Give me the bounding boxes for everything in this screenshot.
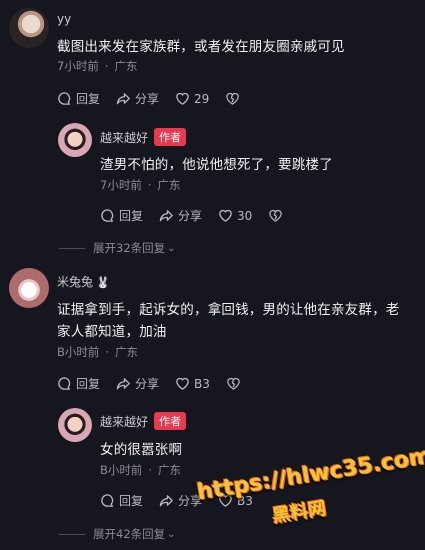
- chevron-down-icon: ⌄: [167, 528, 176, 540]
- reply-text: 女的很嚣张啊: [100, 442, 183, 458]
- heart-icon: [176, 92, 189, 105]
- reply-button[interactable]: 回复: [57, 375, 100, 392]
- reply-icon: [58, 377, 71, 390]
- author-badge: 作者: [154, 412, 187, 430]
- comment-text: 截图出来发在家族群，或者发在朋友圈亲戚可见: [57, 39, 345, 55]
- author-badge: 作者: [154, 128, 187, 146]
- reply-button[interactable]: 回复: [57, 90, 100, 107]
- share-label: 分享: [135, 377, 160, 391]
- dislike-button[interactable]: [226, 376, 245, 391]
- reply-icon: [101, 494, 114, 507]
- like-count: 30: [237, 208, 253, 223]
- dislike-button[interactable]: [225, 91, 244, 106]
- comment-text-line2: 家人都知道，加油: [57, 324, 167, 340]
- reply-time: 7小时前: [100, 178, 142, 192]
- reply-author-name[interactable]: 越来越好: [100, 415, 148, 429]
- reply-label: 回复: [76, 377, 101, 391]
- comment-meta: B小时前 · 广东: [57, 345, 139, 359]
- reply-author-name[interactable]: 越来越好: [100, 131, 148, 145]
- comment-time: B小时前: [57, 345, 100, 359]
- avatar[interactable]: [9, 8, 49, 48]
- broken-heart-icon: [269, 209, 283, 222]
- share-button[interactable]: 分享: [159, 492, 202, 509]
- reply-icon: [101, 209, 114, 222]
- share-button[interactable]: 分享: [116, 375, 159, 392]
- broken-heart-icon: [226, 92, 240, 105]
- share-icon: [159, 495, 173, 507]
- comment-meta: 7小时前 · 广东: [57, 59, 138, 73]
- comment-location: 广东: [114, 59, 138, 73]
- reply-button[interactable]: 回复: [100, 492, 143, 509]
- reply-actions: 回复 分享 30: [100, 207, 303, 224]
- heart-icon: [219, 209, 232, 222]
- expand-label: 展开32条回复: [93, 241, 166, 255]
- like-count: 29: [194, 91, 210, 106]
- dislike-button[interactable]: [268, 208, 287, 223]
- expand-replies-button[interactable]: 展开32条回复 ⌄: [59, 240, 176, 256]
- reply-time: B小时前: [100, 463, 143, 477]
- comment-time: 7小时前: [57, 59, 99, 73]
- like-count: B3: [194, 376, 210, 391]
- comment-author-name[interactable]: 米兔兔: [57, 275, 93, 289]
- reply-avatar[interactable]: [58, 408, 92, 442]
- comment-username[interactable]: yy: [57, 12, 71, 26]
- reply-text: 渣男不怕的，他说他想死了，要跳楼了: [100, 157, 333, 173]
- reply-avatar[interactable]: [58, 123, 92, 157]
- expand-replies-button[interactable]: 展开42条回复 ⌄: [59, 526, 176, 542]
- comment-actions: 回复 分享 29: [57, 90, 260, 107]
- share-button[interactable]: 分享: [116, 90, 159, 107]
- share-icon: [116, 93, 130, 105]
- expand-label: 展开42条回复: [93, 527, 166, 541]
- broken-heart-icon: [227, 377, 240, 390]
- divider: [59, 247, 85, 249]
- watermark-name: 黑料网: [270, 497, 328, 528]
- reply-location: 广东: [158, 463, 182, 477]
- like-button[interactable]: 30: [218, 208, 252, 223]
- reply-meta: 7小时前 · 广东: [100, 178, 181, 192]
- reply-username: 越来越好 作者: [100, 128, 187, 146]
- comment-text: 证据拿到手，起诉女的，拿回钱，男的让他在亲友群，老: [57, 302, 400, 318]
- comment-actions: 回复 分享 B3: [57, 375, 261, 392]
- heart-icon: [176, 377, 189, 390]
- reply-meta: B小时前 · 广东: [100, 463, 182, 477]
- reply-label: 回复: [76, 92, 101, 106]
- share-icon: [116, 378, 130, 390]
- reply-button[interactable]: 回复: [100, 207, 143, 224]
- share-button[interactable]: 分享: [159, 207, 202, 224]
- reply-label: 回复: [119, 494, 144, 508]
- reply-username: 越来越好 作者: [100, 412, 187, 430]
- comment-username: 米兔兔 🐰: [57, 273, 110, 290]
- share-label: 分享: [135, 92, 160, 106]
- share-label: 分享: [178, 209, 203, 223]
- like-button[interactable]: B3: [175, 376, 210, 391]
- avatar[interactable]: [9, 268, 49, 308]
- comment-location: 广东: [115, 345, 139, 359]
- like-button[interactable]: 29: [175, 91, 209, 106]
- rabbit-icon: 🐰: [96, 276, 110, 289]
- divider: [59, 533, 85, 535]
- share-icon: [159, 210, 173, 222]
- reply-label: 回复: [119, 209, 144, 223]
- chevron-down-icon: ⌄: [167, 242, 176, 254]
- reply-location: 广东: [157, 178, 181, 192]
- reply-icon: [58, 92, 71, 105]
